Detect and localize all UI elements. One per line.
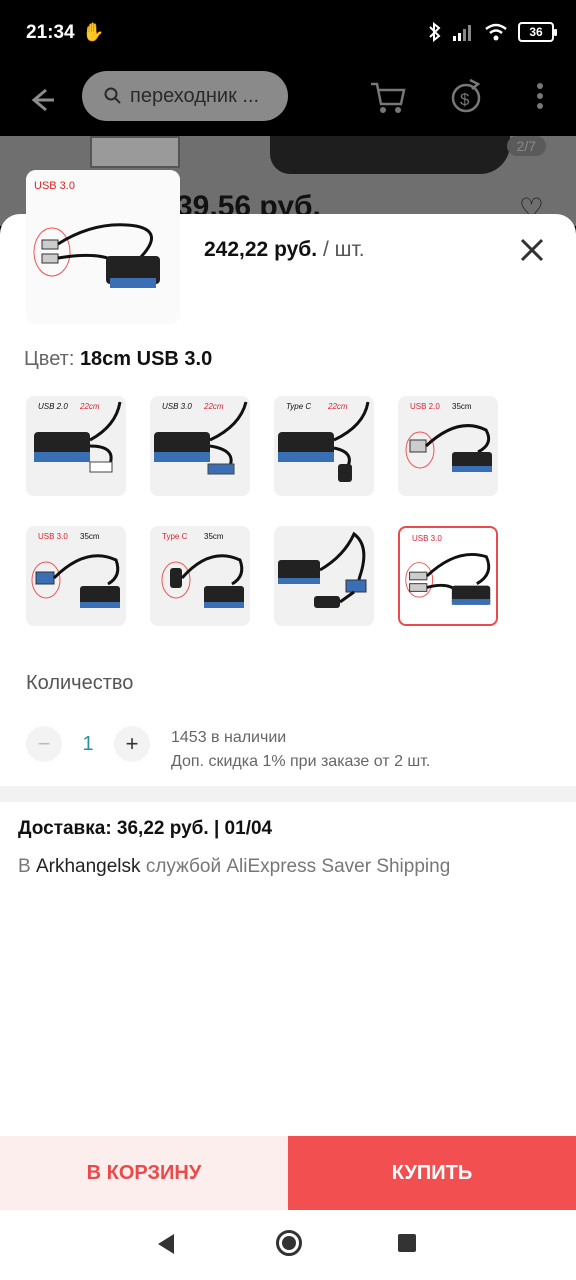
stock-info: 1453 в наличии Доп. скидка 1% при заказе…	[171, 726, 430, 774]
quantity-value[interactable]: 1	[62, 733, 114, 756]
add-to-cart-button[interactable]: В КОРЗИНУ	[0, 1136, 288, 1210]
variant-length: 35cm	[452, 402, 472, 411]
buy-now-button[interactable]: КУПИТЬ	[288, 1136, 576, 1210]
variant-option[interactable]: USB 2.0 35cm	[398, 396, 498, 496]
increase-button[interactable]: +	[114, 726, 150, 762]
variant-option[interactable]	[274, 526, 374, 626]
variant-length: 22cm	[204, 402, 224, 411]
nav-recents-icon[interactable]	[398, 1234, 416, 1252]
cable-shape	[270, 136, 510, 174]
search-icon	[104, 87, 121, 104]
adapter-image-icon	[31, 554, 120, 608]
variant-grid: USB 2.0 22cm USB 3.0 22cm Type C 22cm US…	[26, 396, 506, 626]
price-value: 242,22 руб.	[204, 238, 318, 261]
variant-label: USB 3.0	[412, 534, 442, 543]
variant-option[interactable]: USB 3.0 22cm	[150, 396, 250, 496]
more-vertical-icon[interactable]	[520, 76, 560, 116]
color-selected: Цвет: 18cm USB 3.0	[24, 348, 212, 371]
nav-home-icon[interactable]	[276, 1230, 302, 1256]
adapter-image-icon	[278, 401, 370, 482]
quantity-stepper: − 1 +	[26, 726, 150, 762]
adapter-image-icon	[154, 401, 248, 475]
search-bar[interactable]: переходник ...	[82, 71, 288, 121]
variant-length: 35cm	[80, 532, 100, 541]
search-text: переходник ...	[130, 84, 260, 107]
decrease-button[interactable]: −	[26, 726, 62, 762]
variant-option[interactable]: USB 3.0 35cm	[26, 526, 126, 626]
variant-label: USB 3.0	[38, 532, 68, 541]
price-unit: / шт.	[322, 238, 365, 261]
variant-option[interactable]: Type C 22cm	[274, 396, 374, 496]
shipping-prefix: В	[18, 856, 31, 877]
variant-label: USB 2.0	[410, 402, 440, 411]
variant-label: Type C	[162, 532, 188, 541]
section-divider	[0, 786, 576, 802]
gesture-icon: ✋	[82, 22, 105, 42]
usb-plug-shape	[90, 136, 180, 168]
bluetooth-icon	[429, 22, 441, 42]
status-time: 21:34	[26, 22, 75, 43]
color-label: Цвет:	[24, 348, 75, 370]
variant-label: USB 3.0	[162, 402, 192, 411]
adapter-image-icon: USB 3.0	[26, 170, 180, 324]
variant-length: 22cm	[328, 402, 348, 411]
discount-text: Доп. скидка 1% при заказе от 2 шт.	[171, 753, 431, 770]
color-value: 18cm USB 3.0	[79, 348, 213, 370]
sku-bottom-sheet: USB 3.0 242,22 руб. / шт. Цвет: 18cm USB…	[0, 170, 576, 1280]
variant-option[interactable]: Type C 35cm	[150, 526, 250, 626]
sku-price: 242,22 руб. / шт.	[204, 238, 365, 262]
shipping-details: В Arkhangelsk службой AliExpress Saver S…	[18, 856, 450, 878]
cart-icon[interactable]	[368, 76, 408, 116]
signal-icon	[453, 25, 471, 41]
battery-icon: 36	[518, 22, 557, 42]
stock-text: 1453 в наличии	[171, 729, 287, 746]
adapter-image-icon	[161, 554, 244, 608]
wifi-icon	[485, 23, 507, 41]
variant-option[interactable]: USB 2.0 22cm	[26, 396, 126, 496]
variant-label: Type C	[286, 402, 312, 411]
adapter-image-icon	[405, 424, 492, 472]
adapter-image-icon	[278, 531, 367, 608]
app-header: переходник ... $	[0, 68, 576, 136]
shipping-method: службой AliExpress Saver Shipping	[145, 856, 451, 877]
shipping-title[interactable]: Доставка: 36,22 руб. | 01/04	[18, 818, 272, 840]
back-arrow-icon[interactable]	[24, 82, 60, 118]
selected-product-thumbnail: USB 3.0	[26, 170, 180, 324]
quantity-title: Количество	[26, 672, 134, 694]
system-nav-bar	[0, 1210, 576, 1280]
variant-option-selected[interactable]: USB 3.0	[398, 526, 498, 626]
share-icon[interactable]: $	[446, 76, 486, 116]
variant-length: 35cm	[204, 532, 224, 541]
shipping-city: Arkhangelsk	[35, 856, 141, 877]
svg-text:$: $	[460, 90, 470, 109]
image-pager: 2/7	[506, 136, 546, 156]
nav-back-icon[interactable]	[158, 1234, 174, 1254]
close-icon[interactable]	[518, 236, 546, 264]
thumb-label: USB 3.0	[34, 180, 75, 192]
variant-length: 22cm	[80, 402, 100, 411]
status-bar: 21:34 ✋ 36	[0, 0, 576, 68]
variant-label: USB 2.0	[38, 402, 68, 411]
adapter-image-icon	[34, 401, 122, 473]
